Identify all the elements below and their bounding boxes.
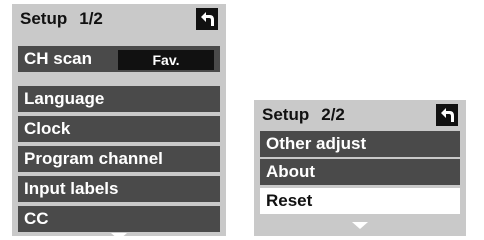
menu-item-label: Other adjust xyxy=(266,134,367,153)
menu-item-cc[interactable]: CC xyxy=(18,206,220,232)
ch-scan-value[interactable]: Fav. xyxy=(118,50,214,70)
menu-item-reset[interactable]: Reset xyxy=(260,188,460,214)
setup-menu-page-1: Setup 1/2 CH scan Fav. Language Clock Pr… xyxy=(12,4,226,240)
menu-item-label: CC xyxy=(24,209,49,228)
panel-header: Setup 2/2 xyxy=(254,100,466,130)
panel-title: Setup xyxy=(20,9,68,28)
page-indicator: 1/2 xyxy=(79,9,103,28)
back-arrow-icon[interactable] xyxy=(196,8,218,30)
back-arrow-icon[interactable] xyxy=(436,104,458,126)
menu-item-label: Language xyxy=(24,89,105,108)
menu-item-label: Reset xyxy=(266,191,313,210)
menu-item-label: CH scan xyxy=(24,49,93,68)
menu-item-label: Program channel xyxy=(24,149,163,168)
scroll-down-icon[interactable] xyxy=(352,222,368,229)
menu-item-label: Clock xyxy=(24,119,71,138)
menu-item-input-labels[interactable]: Input labels xyxy=(18,176,220,202)
menu-item-label: Input labels xyxy=(24,179,119,198)
menu-item-clock[interactable]: Clock xyxy=(18,116,220,142)
menu-item-other-adjust[interactable]: Other adjust xyxy=(260,131,460,157)
page-indicator: 2/2 xyxy=(321,105,345,124)
setup-menu-page-2: Setup 2/2 Other adjust About Reset xyxy=(254,100,466,236)
menu-item-label: About xyxy=(266,162,316,181)
panel-header: Setup 1/2 xyxy=(12,4,226,34)
panel-title: Setup xyxy=(262,105,310,124)
menu-item-about[interactable]: About xyxy=(260,159,460,185)
scroll-down-icon[interactable] xyxy=(111,233,127,240)
menu-item-language[interactable]: Language xyxy=(18,86,220,112)
menu-item-ch-scan[interactable]: CH scan Fav. xyxy=(18,46,220,72)
menu-item-program-channel[interactable]: Program channel xyxy=(18,146,220,172)
